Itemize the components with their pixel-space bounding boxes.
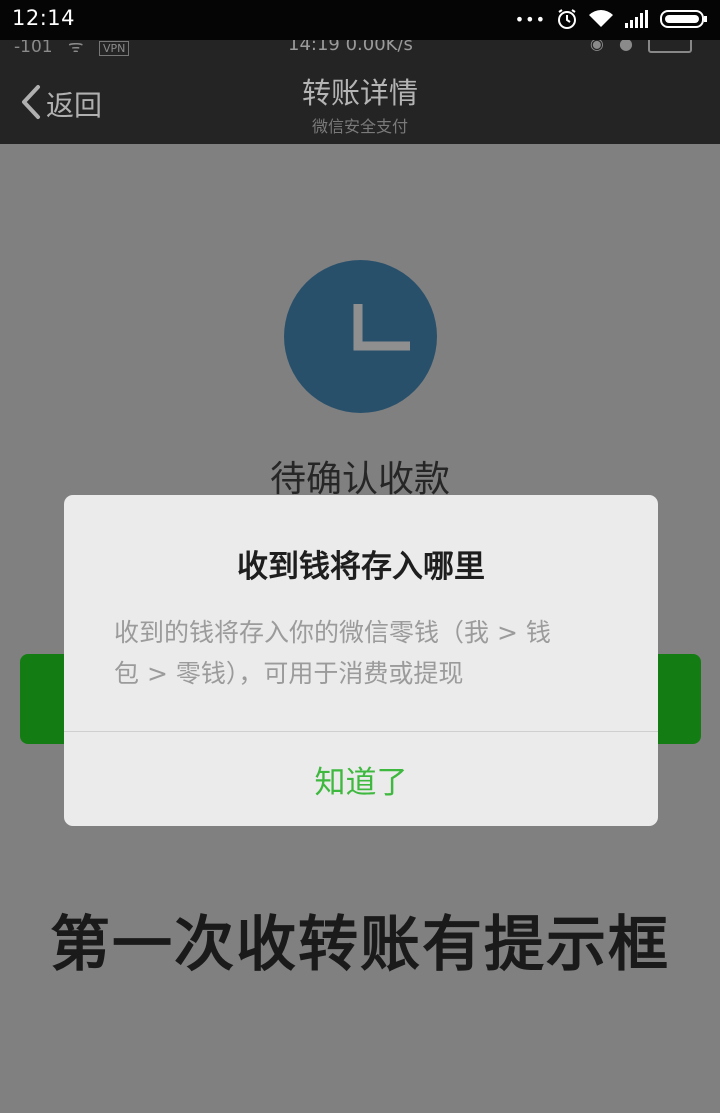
page-title: 转账详情: [301, 76, 418, 110]
dialog-title: 收到钱将存入哪里: [237, 549, 485, 585]
alarm-icon: [556, 8, 578, 30]
battery-icon: [660, 9, 708, 29]
system-time: 12:14: [12, 6, 76, 30]
system-status-icons: •••: [515, 8, 708, 30]
dialog-message-line2: 包 > 零钱），可用于消费或提现: [114, 659, 464, 688]
recorded-status-right: ◉ ●: [590, 40, 692, 53]
app-header: 返回 转账详情 微信安全支付: [0, 56, 720, 144]
signal-icon: [624, 9, 650, 29]
info-dialog: 收到钱将存入哪里 收到的钱将存入你的微信零钱（我 > 钱 包 > 零钱），可用于…: [64, 495, 658, 826]
video-caption: 第一次收转账有提示框: [50, 910, 670, 980]
dialog-message: 收到的钱将存入你的微信零钱（我 > 钱 包 > 零钱），可用于消费或提现: [114, 612, 614, 694]
recorded-status-left: -101 ᯤ VPN: [14, 40, 130, 56]
page-subtitle: 微信安全支付: [311, 117, 408, 136]
recorded-battery-icon: [648, 40, 692, 53]
recorded-status-bar: -101 ᯤ VPN 14:19 0.00K/s ◉ ●: [0, 40, 720, 56]
recorded-alarm-icon: ◉: [589, 40, 604, 53]
recorded-vpn-badge: VPN: [98, 41, 130, 56]
more-dots-icon: •••: [514, 9, 546, 29]
recorded-wifi-icon: ᯤ: [68, 40, 84, 56]
dialog-message-line1: 收到的钱将存入你的微信零钱（我 > 钱: [114, 618, 551, 647]
recorded-signal-text: -101: [14, 40, 53, 56]
recorded-dot-icon: ●: [618, 40, 633, 53]
wifi-icon: [588, 9, 614, 29]
system-status-bar: 12:14 •••: [0, 0, 720, 40]
got-it-button[interactable]: 知道了: [64, 732, 658, 826]
recorded-status-center: 14:19 0.00K/s: [288, 40, 413, 55]
clock-icon: [284, 260, 437, 413]
